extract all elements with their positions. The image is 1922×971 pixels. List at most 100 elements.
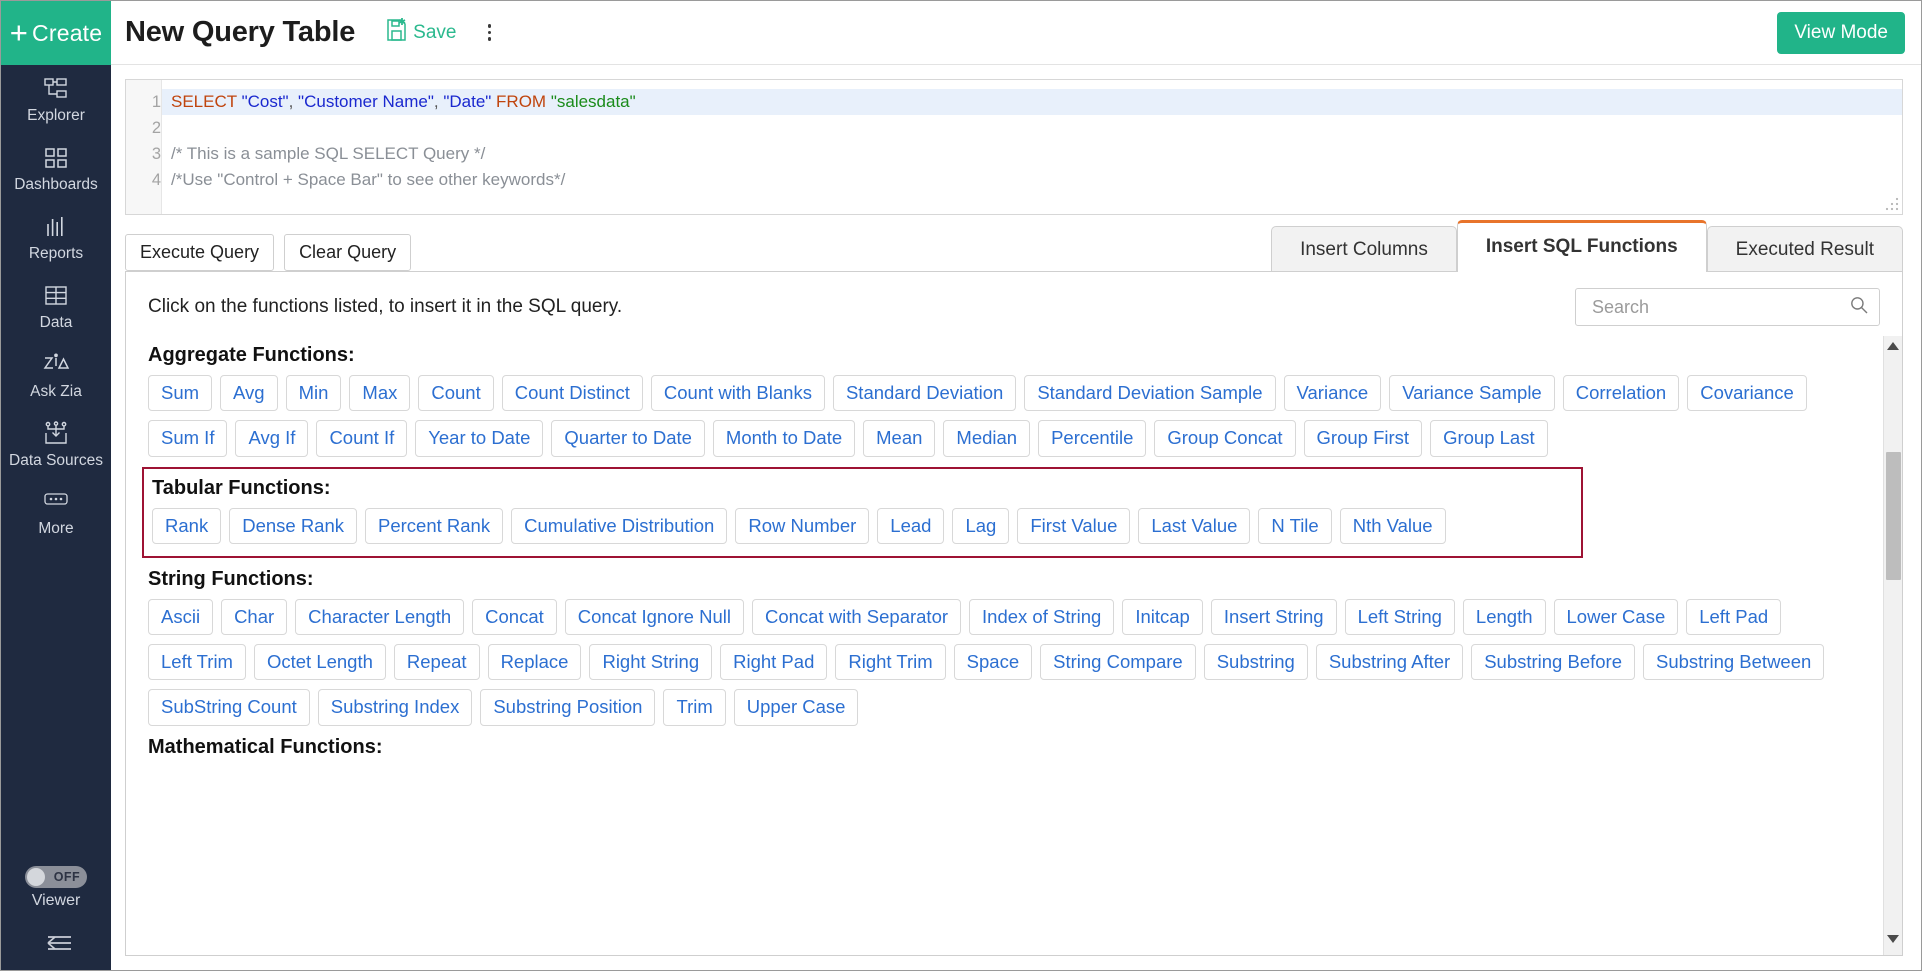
scroll-down-arrow-icon[interactable] xyxy=(1887,935,1899,943)
function-chip[interactable]: Lag xyxy=(952,507,1010,544)
function-chip[interactable]: Percent Rank xyxy=(365,507,504,544)
sidebar-item-label: More xyxy=(38,520,74,537)
function-chip[interactable]: String Compare xyxy=(1040,644,1196,681)
view-mode-button[interactable]: View Mode xyxy=(1777,11,1905,54)
tab-insert-columns[interactable]: Insert Columns xyxy=(1271,226,1457,272)
sidebar-item-data[interactable]: Data xyxy=(1,272,111,341)
function-chip[interactable]: Avg If xyxy=(235,420,309,457)
function-chip[interactable]: Standard Deviation xyxy=(832,375,1017,412)
function-chip[interactable]: Count with Blanks xyxy=(650,375,825,412)
function-chip[interactable]: Min xyxy=(285,375,342,412)
collapse-sidebar-button[interactable] xyxy=(1,916,111,970)
function-chip[interactable]: Lower Case xyxy=(1553,598,1679,636)
function-chip[interactable]: Rank xyxy=(152,507,222,544)
function-chip[interactable]: Covariance xyxy=(1687,375,1807,412)
function-chip[interactable]: Octet Length xyxy=(253,644,386,681)
viewer-toggle[interactable]: OFF xyxy=(25,866,87,888)
function-chip[interactable]: Standard Deviation Sample xyxy=(1024,375,1276,412)
function-chip[interactable]: N Tile xyxy=(1258,507,1332,544)
function-chip[interactable]: Avg xyxy=(220,375,278,412)
page-title: New Query Table xyxy=(125,16,356,48)
function-chip[interactable]: SubString Count xyxy=(148,689,310,726)
sidebar-item-reports[interactable]: Reports xyxy=(1,203,111,272)
function-group-string: String Functions: Ascii Char Character Len… xyxy=(148,568,1865,726)
function-chip[interactable]: Group First xyxy=(1303,420,1423,457)
function-chip[interactable]: Length xyxy=(1462,598,1546,636)
bar-chart-icon xyxy=(43,214,69,240)
tab-executed-result[interactable]: Executed Result xyxy=(1706,226,1903,272)
function-chip[interactable]: Trim xyxy=(663,689,726,726)
function-chip[interactable]: Concat with Separator xyxy=(751,598,962,636)
function-chip[interactable]: Max xyxy=(349,375,411,412)
function-chip[interactable]: Correlation xyxy=(1562,375,1680,412)
sidebar-item-explorer[interactable]: Explorer xyxy=(1,65,111,134)
function-chip[interactable]: Median xyxy=(943,420,1031,457)
clear-query-button[interactable]: Clear Query xyxy=(284,234,412,271)
function-chip[interactable]: Year to Date xyxy=(415,420,544,457)
function-chip[interactable]: Concat Ignore Null xyxy=(564,598,744,636)
function-chip[interactable]: Replace xyxy=(487,644,582,681)
more-options-icon[interactable] xyxy=(478,24,500,41)
functions-scrollbar[interactable] xyxy=(1883,336,1902,955)
tab-insert-sql-functions[interactable]: Insert SQL Functions xyxy=(1456,220,1707,272)
function-chip[interactable]: Space xyxy=(953,644,1033,681)
function-chip[interactable]: Index of String xyxy=(969,598,1115,636)
function-chip[interactable]: Substring Index xyxy=(317,689,473,726)
function-chip[interactable]: Ascii xyxy=(148,598,214,636)
function-chip[interactable]: Left String xyxy=(1344,598,1455,636)
function-chip[interactable]: Substring xyxy=(1203,644,1308,681)
sidebar-item-dashboards[interactable]: Dashboards xyxy=(1,134,111,203)
function-chip[interactable]: Month to Date xyxy=(712,420,856,457)
function-chip[interactable]: Left Pad xyxy=(1686,598,1782,636)
function-chip[interactable]: Substring After xyxy=(1315,644,1464,681)
function-chip[interactable]: Substring Position xyxy=(480,689,656,726)
function-chip[interactable]: First Value xyxy=(1017,507,1131,544)
search-icon[interactable] xyxy=(1849,295,1869,320)
function-chip[interactable]: Initcap xyxy=(1122,598,1203,636)
function-chip[interactable]: Left Trim xyxy=(148,644,246,681)
function-chip[interactable]: Repeat xyxy=(393,644,480,681)
group-title: String Functions: xyxy=(148,567,314,590)
sidebar-item-ask-zia[interactable]: Ask Zia xyxy=(1,341,111,410)
search-box[interactable] xyxy=(1575,288,1880,326)
function-chip[interactable]: Quarter to Date xyxy=(551,420,705,457)
function-chip[interactable]: Variance xyxy=(1283,375,1382,412)
function-chip[interactable]: Cumulative Distribution xyxy=(511,507,728,544)
function-chip[interactable]: Insert String xyxy=(1210,598,1337,636)
save-button[interactable]: Save xyxy=(385,16,456,49)
function-chip[interactable]: Count If xyxy=(316,420,408,457)
function-chip[interactable]: Upper Case xyxy=(733,689,859,726)
create-button[interactable]: + Create xyxy=(1,1,111,65)
function-chip[interactable]: Nth Value xyxy=(1339,507,1446,544)
sql-code[interactable]: SELECT "Cost", "Customer Name", "Date" F… xyxy=(162,80,1902,214)
function-chip[interactable]: Variance Sample xyxy=(1389,375,1555,412)
scrollbar-thumb[interactable] xyxy=(1885,452,1901,580)
function-chip[interactable]: Right String xyxy=(589,644,713,681)
function-chip[interactable]: Row Number xyxy=(735,507,870,544)
function-chip[interactable]: Right Pad xyxy=(720,644,828,681)
function-chip[interactable]: Count xyxy=(418,375,494,412)
function-chip[interactable]: Last Value xyxy=(1138,507,1251,544)
function-chip[interactable]: Substring Before xyxy=(1471,644,1635,681)
sidebar-item-more[interactable]: More xyxy=(1,478,111,547)
editor-resize-handle[interactable] xyxy=(1884,196,1900,212)
function-chip[interactable]: Lead xyxy=(877,507,945,544)
function-chip[interactable]: Group Concat xyxy=(1154,420,1296,457)
function-chip[interactable]: Dense Rank xyxy=(229,507,358,544)
function-chip[interactable]: Mean xyxy=(863,420,936,457)
function-chip[interactable]: Sum If xyxy=(148,420,228,457)
sql-editor[interactable]: 1 2 3 4 SELECT "Cost", "Customer Name", … xyxy=(125,79,1903,215)
function-chip[interactable]: Percentile xyxy=(1038,420,1147,457)
function-chip[interactable]: Sum xyxy=(148,375,213,412)
execute-query-button[interactable]: Execute Query xyxy=(125,234,275,271)
function-chip[interactable]: Count Distinct xyxy=(501,375,643,412)
function-chip[interactable]: Right Trim xyxy=(835,644,946,681)
scroll-up-arrow-icon[interactable] xyxy=(1887,342,1899,350)
function-chip[interactable]: Concat xyxy=(472,598,557,636)
function-chip[interactable]: Character Length xyxy=(295,598,465,636)
sidebar-item-data-sources[interactable]: Data Sources xyxy=(1,410,111,478)
function-chip[interactable]: Group Last xyxy=(1430,420,1548,457)
function-chip[interactable]: Substring Between xyxy=(1643,644,1825,681)
search-input[interactable] xyxy=(1590,295,1849,319)
function-chip[interactable]: Char xyxy=(221,598,288,636)
